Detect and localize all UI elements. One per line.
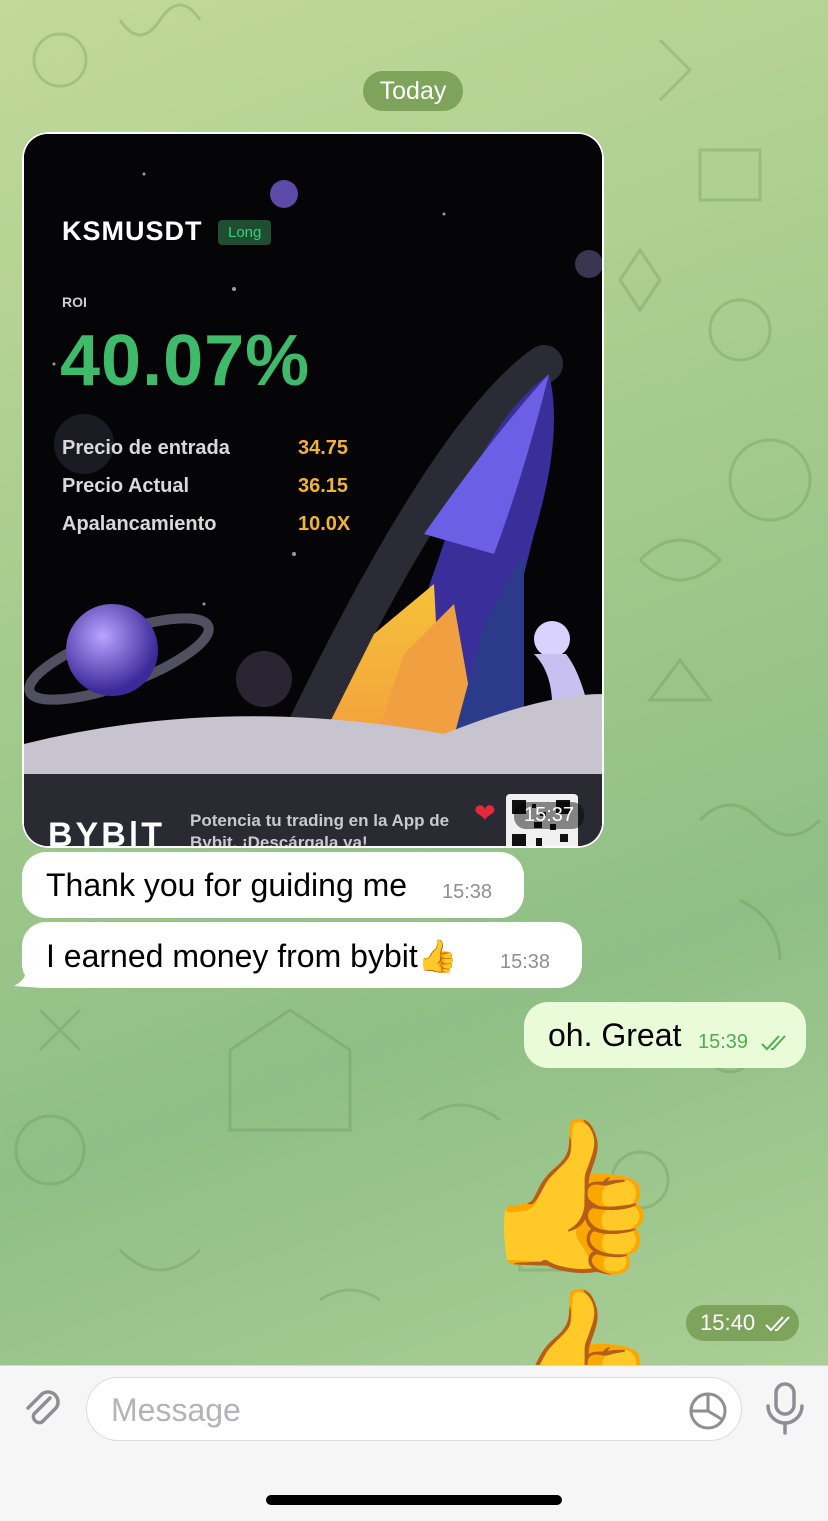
sticker-icon[interactable] <box>687 1390 729 1432</box>
leverage-label: Apalancamiento <box>62 513 217 535</box>
position-side-badge: Long <box>218 220 272 245</box>
read-checkmarks-icon <box>761 1035 786 1051</box>
entry-price-label: Precio de entrada <box>62 437 230 459</box>
card-footer: BYB|T Potencia tu trading en la App de B… <box>24 774 602 846</box>
incoming-message[interactable]: I earned money from bybit👍 15:38 <box>22 922 582 988</box>
message-text: oh. Great <box>548 1017 682 1053</box>
message-time: 15:38 <box>442 881 493 903</box>
message-time-pill: 15:40 <box>686 1305 799 1341</box>
bubble-tail <box>14 958 42 988</box>
roi-value: 40.07% <box>60 321 311 401</box>
message-input[interactable] <box>109 1388 673 1432</box>
heart-reaction-icon[interactable]: ❤ <box>474 798 496 829</box>
message-time: 15:39 <box>698 1031 749 1053</box>
leverage-value: 10.0X <box>298 513 351 535</box>
incoming-message[interactable]: Thank you for guiding me 15:38 <box>22 852 524 918</box>
read-checkmarks-icon <box>765 1316 790 1332</box>
message-text: Thank you for guiding me <box>46 867 408 903</box>
date-separator: Today <box>363 71 463 111</box>
message-field <box>86 1377 742 1441</box>
image-message[interactable]: KSMUSDT Long ROI 40.07% Precio de entrad… <box>22 132 604 848</box>
attachment-icon[interactable] <box>18 1384 66 1432</box>
promo-text: Potencia tu trading en la App de Bybit. … <box>190 811 450 846</box>
entry-price-value: 34.75 <box>298 437 349 459</box>
current-price-label: Precio Actual <box>62 475 190 497</box>
message-time: 15:38 <box>500 951 551 973</box>
trading-pair: KSMUSDT <box>62 216 203 246</box>
roi-label: ROI <box>62 294 87 310</box>
message-time: 15:37 <box>514 802 585 829</box>
microphone-icon[interactable] <box>762 1380 808 1436</box>
current-price-value: 36.15 <box>298 475 349 497</box>
message-text: I earned money from bybit👍 <box>46 938 458 974</box>
brand-logo: BYB|T <box>48 816 166 846</box>
message-time: 15:40 <box>700 1310 756 1335</box>
home-indicator <box>266 1495 562 1505</box>
outgoing-message[interactable]: oh. Great 15:39 <box>524 1002 806 1068</box>
